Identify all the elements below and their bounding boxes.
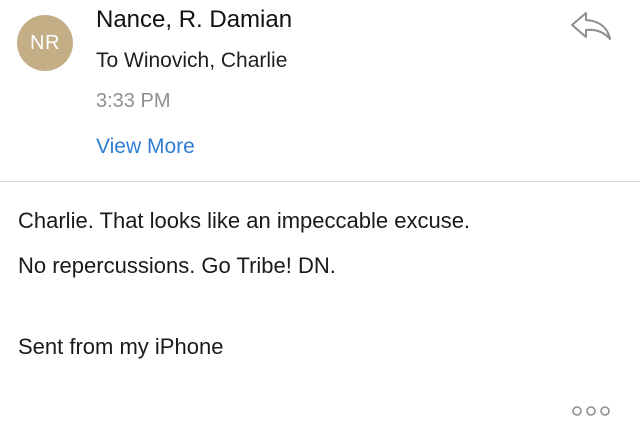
- view-more-link[interactable]: View More: [96, 133, 195, 161]
- avatar: NR: [17, 15, 73, 71]
- signature: Sent from my iPhone: [18, 334, 224, 359]
- sender-name: Nance, R. Damian: [96, 6, 293, 33]
- reply-icon[interactable]: [568, 10, 614, 42]
- message-body-line-1: Charlie. That looks like an impeccable e…: [18, 208, 471, 233]
- header-divider: [0, 181, 640, 182]
- message-body-line-2: No repercussions. Go Tribe! DN.: [18, 253, 336, 278]
- more-options-icon[interactable]: [570, 404, 612, 418]
- timestamp: 3:33 PM: [96, 90, 171, 112]
- recipient-line: To Winovich, Charlie: [96, 49, 288, 72]
